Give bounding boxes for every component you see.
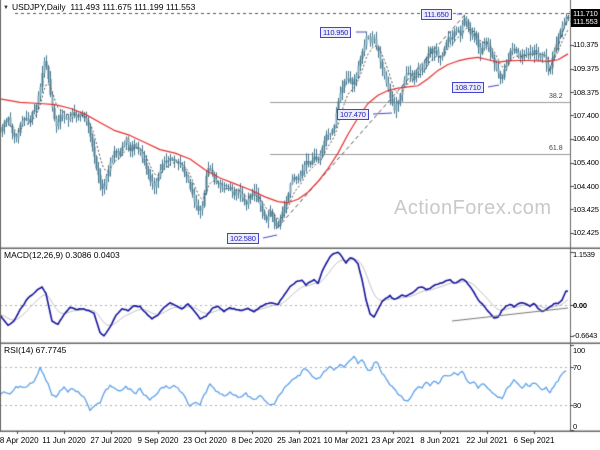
swing-price-label: 107.470 bbox=[337, 109, 369, 120]
x-axis-label-date: 10 Mar 2021 bbox=[323, 436, 369, 445]
y-axis-label-price: 104.400 bbox=[573, 181, 599, 191]
y-axis-label-price: 110.375 bbox=[573, 40, 599, 50]
symbol-title: USDJPY,Daily bbox=[11, 2, 66, 12]
symbol-dropdown-icon[interactable]: ▼ bbox=[3, 5, 9, 11]
y-axis-label-rsi: 0 bbox=[573, 422, 577, 431]
y-axis-label-price: 102.425 bbox=[573, 228, 599, 238]
y-axis-label-price: 109.375 bbox=[573, 64, 599, 74]
swing-price-label: 110.950 bbox=[320, 27, 352, 38]
swing-price-label: 111.650 bbox=[421, 9, 452, 20]
x-axis-label-date: 11 Jun 2020 bbox=[42, 436, 86, 445]
chart-window: ActionForex.com ▼USDJPY,Daily 111.493 11… bbox=[0, 0, 600, 450]
x-axis-label-date: 28 Apr 2020 bbox=[0, 436, 39, 445]
x-axis-label-date: 22 Jul 2021 bbox=[466, 436, 508, 445]
chart-canvas[interactable] bbox=[0, 0, 600, 450]
x-axis-label-date: 8 Dec 2020 bbox=[231, 436, 273, 445]
y-axis-label-price: 107.400 bbox=[573, 110, 599, 120]
x-axis-label-date: 8 Jun 2021 bbox=[420, 436, 460, 445]
x-axis-label-date: 9 Sep 2020 bbox=[137, 436, 179, 445]
y-axis-label-rsi: 100 bbox=[573, 346, 585, 355]
y-axis-label-price: 108.375 bbox=[573, 87, 599, 97]
rsi-header: RSI(14) 67.7745 bbox=[4, 345, 67, 355]
x-axis-label-date: 23 Oct 2020 bbox=[183, 436, 227, 445]
macd-header: MACD(12,26,9) 0.3086 0.0403 bbox=[4, 250, 120, 260]
y-axis-label-price: 106.400 bbox=[573, 134, 599, 144]
y-axis-label-rsi: 70 bbox=[573, 362, 581, 372]
price-tag: 111.553 bbox=[571, 17, 600, 27]
x-axis-label-date: 25 Jan 2021 bbox=[276, 436, 322, 445]
title-bar: ▼ USDJPY,Daily 111.493 111.675 111.199 11… bbox=[3, 2, 195, 12]
y-axis-label-price: 105.400 bbox=[573, 158, 599, 168]
y-axis-label-rsi: 30 bbox=[573, 400, 581, 410]
y-axis-label-macd: -0.6643 bbox=[573, 331, 598, 341]
y-axis-label-macd: 0.00 bbox=[573, 300, 587, 310]
swing-price-label: 108.710 bbox=[452, 82, 484, 93]
y-axis-label-price: 103.425 bbox=[573, 204, 599, 214]
x-axis-label-date: 23 Apr 2021 bbox=[371, 436, 415, 445]
swing-price-label: 102.580 bbox=[227, 233, 259, 244]
y-axis-label-macd: 1.1539 bbox=[573, 250, 595, 259]
x-axis-label-date: 27 Jul 2020 bbox=[90, 436, 132, 445]
fib-level-label: 38.2 bbox=[549, 93, 563, 101]
fib-level-label: 61.8 bbox=[549, 145, 563, 153]
ohlc-readout: 111.493 111.675 111.199 111.553 bbox=[70, 2, 196, 12]
x-axis-label-date: 6 Sep 2021 bbox=[513, 436, 555, 445]
